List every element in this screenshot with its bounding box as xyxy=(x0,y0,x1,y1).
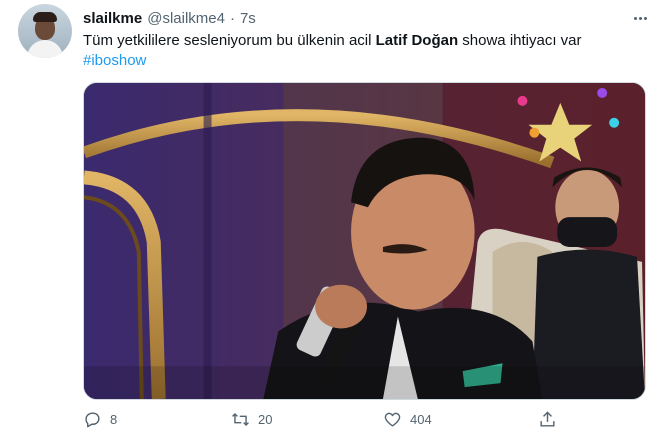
retweet-button[interactable]: 20 xyxy=(231,410,272,429)
tweet-header: slailkme @slailkme4 · 7s xyxy=(83,8,256,28)
avatar-hair xyxy=(33,12,57,22)
like-button[interactable]: 404 xyxy=(383,410,432,429)
tweet-text: Tüm yetkililere sesleniyorum bu ülkenin … xyxy=(83,31,643,71)
tweet[interactable]: slailkme @slailkme4 · 7s Tüm yetkililere… xyxy=(0,0,660,444)
like-count: 404 xyxy=(410,412,432,427)
retweet-count: 20 xyxy=(258,412,273,427)
tweet-media-image[interactable] xyxy=(83,82,646,400)
more-dots-icon[interactable] xyxy=(628,8,652,28)
avatar[interactable] xyxy=(18,4,72,58)
reply-icon xyxy=(85,412,100,428)
separator-dot: · xyxy=(229,9,235,27)
reply-count: 8 xyxy=(110,412,118,427)
display-name[interactable]: slailkme xyxy=(83,10,142,27)
tweet-text-bold: Latif Doğan xyxy=(375,32,459,49)
avatar-shirt xyxy=(27,40,63,58)
reply-button[interactable]: 8 xyxy=(83,410,117,429)
share-icon xyxy=(540,411,555,427)
media-illustration xyxy=(84,83,645,399)
share-button[interactable] xyxy=(538,410,557,429)
user-handle[interactable]: @slailkme4 xyxy=(147,10,225,27)
heart-icon xyxy=(384,412,401,427)
hashtag-link[interactable]: #iboshow xyxy=(83,52,146,69)
retweet-icon xyxy=(232,412,249,427)
tweet-actions: 8 20 404 xyxy=(83,410,563,434)
tweet-text-part: showa ihtiyacı var xyxy=(458,32,582,49)
tweet-text-part: Tüm yetkililere sesleniyorum bu ülkenin … xyxy=(83,32,376,49)
timestamp[interactable]: 7s xyxy=(240,10,256,27)
